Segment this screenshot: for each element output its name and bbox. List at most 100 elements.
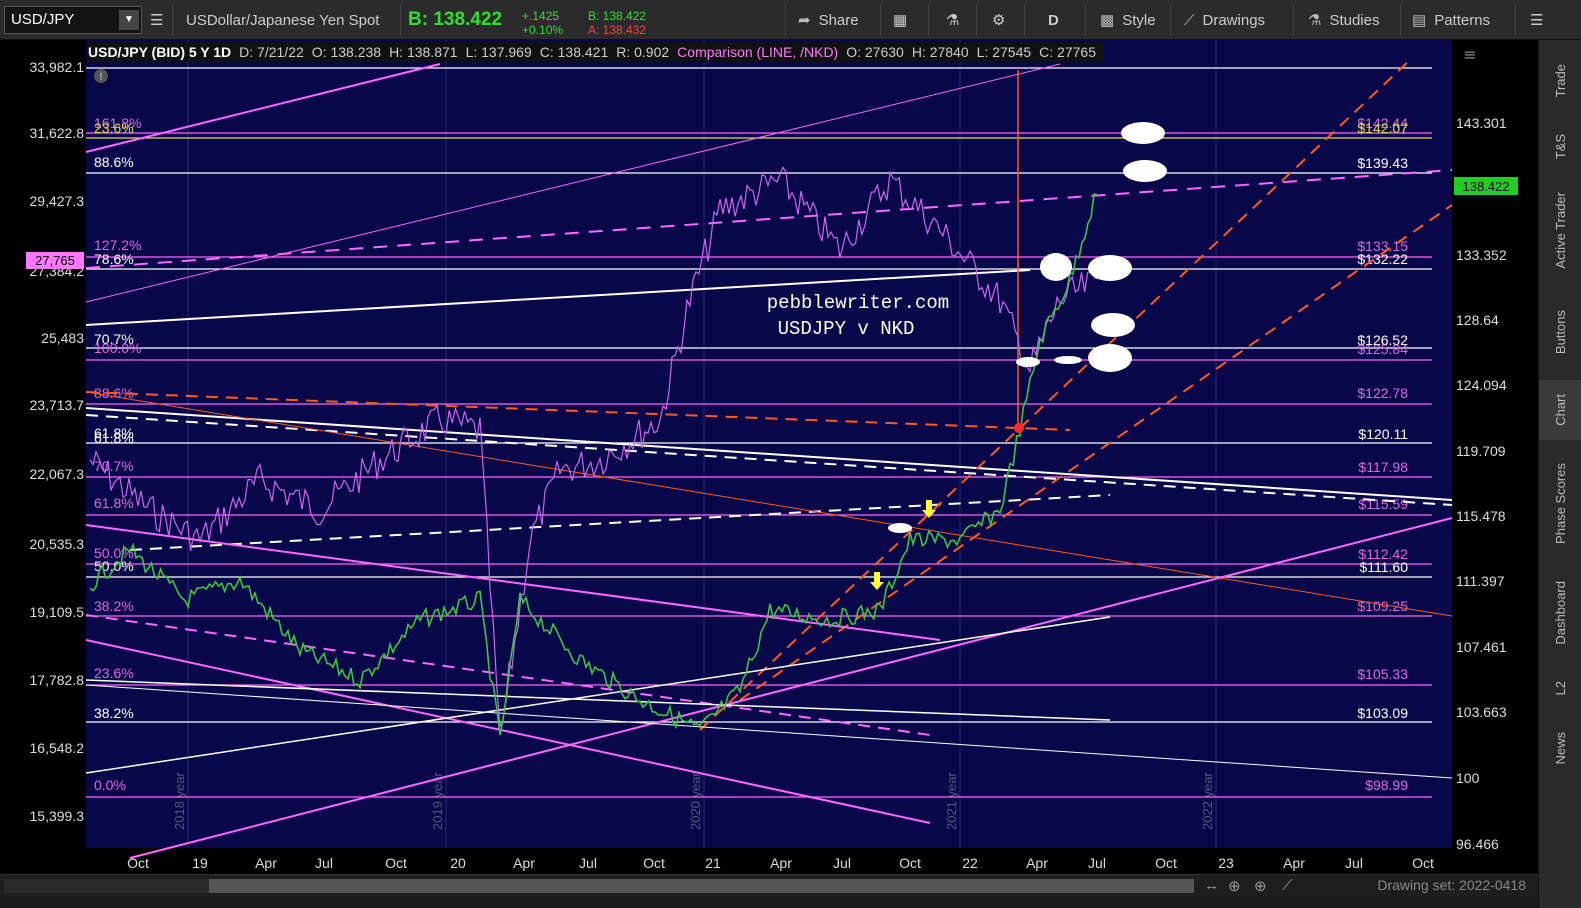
bid-price: B: 138.422: [408, 9, 503, 30]
right-axis-label: 111.397: [1456, 573, 1505, 589]
legend-title: USD/JPY (BID) 5 Y 1D: [88, 44, 232, 60]
legend-comp-open: O: 27630: [846, 44, 904, 60]
x-axis-label: Oct: [1412, 855, 1434, 871]
tab-label: L2: [1553, 680, 1568, 696]
watermark-line-1: pebblewriter.com: [767, 292, 949, 314]
left-axis-label: 15,399.3: [30, 808, 85, 824]
legend-close: C: 138.421: [539, 44, 609, 60]
tab-label: Active Trader: [1553, 191, 1568, 269]
divider: [172, 4, 173, 36]
grid-icon[interactable]: ▦: [893, 0, 907, 40]
right-axis-label: 133.352: [1456, 247, 1507, 263]
plot-background: [86, 40, 1452, 848]
patterns-button[interactable]: ▤ Patterns: [1412, 0, 1490, 40]
right-axis-label: 119.709: [1456, 443, 1506, 459]
share-icon: ➦: [798, 12, 811, 29]
tab-l2[interactable]: L2: [1539, 668, 1581, 708]
left-axis-label: 16,548.2: [30, 740, 85, 756]
legend-comp-close: C: 27765: [1039, 44, 1096, 60]
chart-area[interactable]: 33,982.1 31,622.8 29,427.3 27,384.2 25,483 23…: [0, 40, 1538, 874]
studies-button[interactable]: ⚗ Studies: [1308, 0, 1380, 40]
style-button[interactable]: ▩ Style: [1100, 0, 1156, 40]
right-axis-label: 115.478: [1456, 508, 1506, 524]
fib-right-label: $105.33: [1357, 666, 1408, 682]
legend-comparison: Comparison (LINE, /NKD): [677, 44, 839, 60]
legend-low: L: 137.969: [465, 44, 532, 60]
tab-trade[interactable]: Trade: [1539, 50, 1581, 112]
settings-icon[interactable]: ☰: [150, 0, 163, 40]
flask-icon[interactable]: ⚗: [946, 0, 959, 40]
fib-left-label: 23.6%: [94, 665, 134, 681]
year-label: 2021 year: [944, 772, 959, 830]
left-axis-label: 23,713.7: [30, 397, 85, 413]
tab-label: Chart: [1553, 394, 1568, 426]
style-label: Style: [1122, 11, 1156, 29]
fib-right-label: $111.60: [1359, 559, 1408, 575]
tab-dashboard[interactable]: Dashboard: [1539, 568, 1581, 658]
x-axis-label: 21: [705, 855, 721, 871]
tab-news[interactable]: News: [1539, 720, 1581, 776]
drawings-label: Drawings: [1202, 11, 1266, 29]
horizontal-scrollbar[interactable]: [4, 879, 1194, 893]
left-axis-label: 25,483: [41, 330, 84, 346]
fib-left-label: 100.0%: [94, 340, 141, 356]
zoom-icon[interactable]: ⊕: [1254, 877, 1267, 895]
tab-ts[interactable]: T&S: [1539, 122, 1581, 172]
divider: [785, 4, 786, 36]
x-axis-label: Oct: [899, 855, 921, 871]
tab-label: T&S: [1553, 134, 1568, 160]
scrollbar-thumb[interactable]: [209, 879, 1194, 893]
fib-right-label: $109.25: [1357, 598, 1408, 614]
price-chart[interactable]: 33,982.131,622.829,427.327,384.225,48323…: [0, 40, 1538, 874]
draw-line-icon[interactable]: ⟋: [1282, 877, 1293, 894]
legend-open: O: 138.238: [311, 44, 382, 60]
fib-right-label: $142.07: [1357, 120, 1408, 136]
fib-left-label: 23.6%: [94, 120, 134, 136]
x-axis-label: Oct: [385, 855, 407, 871]
timeframe-button[interactable]: D: [1048, 0, 1059, 40]
left-axis-label: 22,067.3: [30, 466, 85, 482]
drawings-button[interactable]: ⟋ Drawings: [1184, 0, 1265, 40]
divider: [1085, 4, 1086, 36]
x-axis-label: Jul: [833, 855, 851, 871]
tab-active-trader[interactable]: Active Trader: [1539, 180, 1581, 280]
tab-label: Trade: [1553, 64, 1568, 98]
symbol-input[interactable]: USD/JPY ▼: [4, 6, 142, 34]
x-axis-label: 20: [450, 855, 466, 871]
divider: [880, 4, 881, 36]
watermark-line-2: USDJPY v NKD: [778, 318, 915, 340]
tab-phase-scores[interactable]: Phase Scores: [1539, 448, 1581, 558]
x-axis-label: Apr: [1026, 855, 1048, 871]
year-label: 2022 year: [1200, 772, 1215, 830]
tab-buttons[interactable]: Buttons: [1539, 292, 1581, 372]
info-icon-glyph: !: [99, 71, 102, 83]
patterns-icon: ▤: [1412, 12, 1427, 29]
annotation-oval: [1088, 344, 1132, 372]
legend-comp-low: L: 27545: [976, 44, 1032, 60]
divider: [1170, 4, 1171, 36]
gear-icon[interactable]: ⚙: [992, 0, 1005, 40]
right-axis-label: 96.466: [1456, 836, 1499, 852]
divider: [1515, 4, 1516, 36]
menu-icon[interactable]: ☰: [1530, 0, 1543, 40]
fib-left-label: 50.0%: [94, 558, 134, 574]
fib-right-label: $117.98: [1358, 459, 1408, 475]
patterns-label: Patterns: [1434, 11, 1491, 29]
annotation-oval: [1121, 122, 1165, 144]
expand-icon[interactable]: ↔: [1204, 877, 1219, 894]
share-button[interactable]: ➦ Share: [798, 0, 859, 40]
legend-date: D: 7/21/22: [239, 44, 304, 60]
fib-left-label: 38.2%: [94, 705, 134, 721]
fib-left-label: 0.0%: [94, 777, 126, 793]
crosshair-icon[interactable]: ⊕: [1228, 877, 1241, 895]
x-axis-label: Jul: [315, 855, 333, 871]
fib-left-label: 78.6%: [94, 251, 134, 267]
legend-range: R: 0.902: [616, 44, 670, 60]
fib-left-label: 61.8%: [94, 430, 134, 446]
share-label: Share: [818, 11, 859, 29]
pencil-icon: ⟋: [1184, 11, 1195, 29]
tab-chart[interactable]: Chart: [1539, 380, 1581, 440]
x-axis-panel: [86, 848, 1452, 874]
chevron-down-icon[interactable]: ▼: [119, 10, 139, 30]
right-price-marker-label: 138.422: [1463, 179, 1510, 194]
